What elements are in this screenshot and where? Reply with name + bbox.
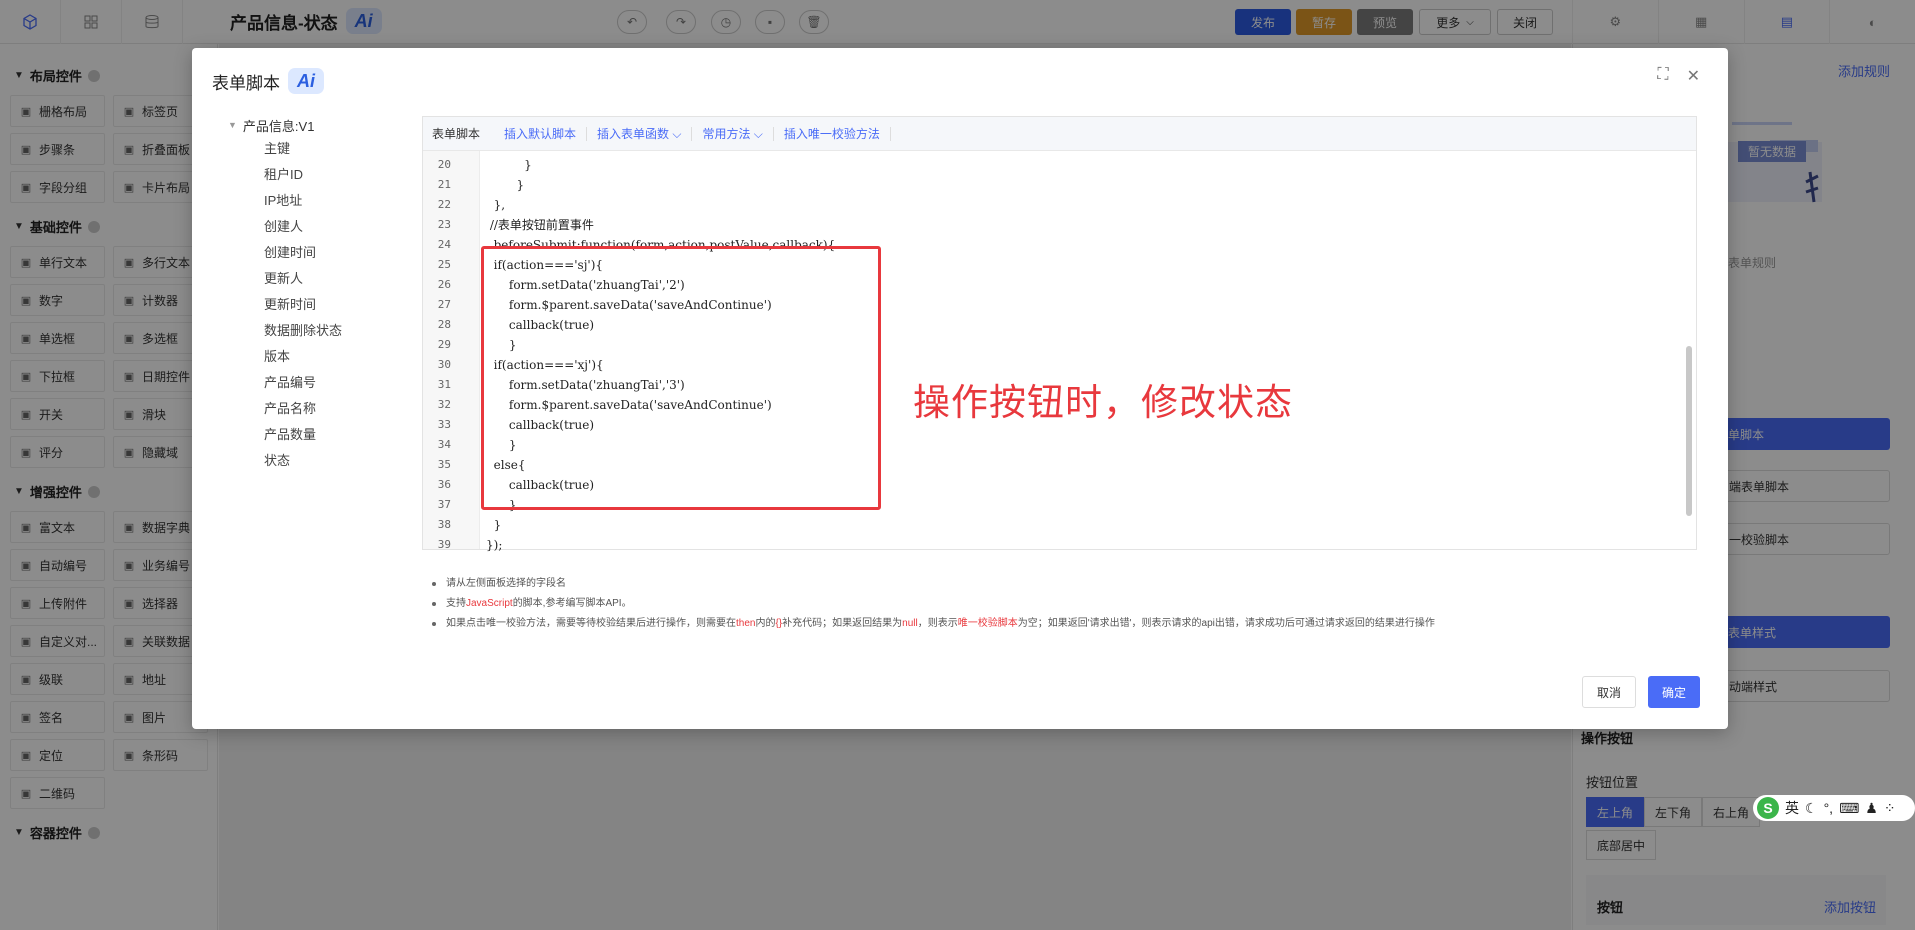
apps-icon[interactable]: ⁘: [1884, 800, 1896, 817]
code-line[interactable]: },: [486, 195, 505, 215]
line-number: 37: [437, 498, 451, 511]
tree-root-label: 产品信息:V1: [242, 118, 315, 134]
line-number: 27: [437, 298, 451, 311]
script-notes: 请从左侧面板选择的字段名 支持 JavaScript 的脚本,参考编写脚本API。 …: [432, 574, 1435, 634]
common-methods[interactable]: 常用方法 ⌵: [692, 126, 774, 141]
line-number: 35: [437, 458, 451, 471]
note-2: 支持 JavaScript 的脚本,参考编写脚本API。: [432, 594, 1435, 614]
line-gutter: 20 21 22 23 24 25 26 27 28 29 30 31 32 33 34 35 36 37 38 39: [423, 151, 480, 551]
code-line[interactable]: });: [486, 535, 502, 555]
note-3d: {}: [775, 618, 783, 629]
line-number: 31: [437, 378, 451, 391]
insert-default-script[interactable]: 插入默认脚本: [494, 126, 588, 141]
note-3f: null: [902, 618, 918, 629]
tree-field-item[interactable]: 产品数量: [228, 422, 388, 448]
close-icon[interactable]: ✕: [1687, 66, 1700, 86]
tree-field-item[interactable]: 更新时间: [228, 292, 388, 318]
tree-field-item[interactable]: IP地址: [228, 188, 388, 214]
tree-field-item[interactable]: 版本: [228, 344, 388, 370]
tree-field-item[interactable]: 创建人: [228, 214, 388, 240]
dialog-title: 表单脚本 Ai: [212, 68, 324, 94]
code-line[interactable]: }: [486, 175, 525, 195]
keyboard-icon[interactable]: ⌨: [1839, 800, 1859, 817]
dialog-title-text: 表单脚本: [212, 73, 280, 93]
punctuation-icon[interactable]: °,: [1824, 800, 1834, 816]
code-line[interactable]: //表单按钮前置事件: [486, 215, 594, 235]
dialog-footer: 取消 确定: [1581, 676, 1700, 708]
tree-field-item[interactable]: 主键: [228, 136, 388, 162]
moon-icon[interactable]: ☾: [1805, 800, 1818, 817]
line-number: 22: [437, 198, 451, 211]
line-number: 39: [437, 538, 451, 551]
code-line[interactable]: }: [486, 515, 502, 535]
insert-form-function[interactable]: 插入表单函数 ⌵: [587, 126, 693, 141]
line-number: 34: [437, 438, 451, 451]
note-1-text: 请从左侧面板选择的字段名: [446, 578, 566, 589]
tree-root[interactable]: ▼ 产品信息:V1: [228, 114, 388, 136]
line-number: 24: [437, 238, 451, 251]
tree-field-item[interactable]: 产品名称: [228, 396, 388, 422]
field-tree: ▼ 产品信息:V1 主键 租户ID IP地址 创建人 创建时间 更新人 更新时间 数据删除状态…: [228, 114, 388, 474]
confirm-button[interactable]: 确定: [1647, 676, 1700, 708]
tree-field-item[interactable]: 数据删除状态: [228, 318, 388, 344]
line-number: 30: [437, 358, 451, 371]
editor-scrollbar[interactable]: [1686, 151, 1694, 549]
line-number: 25: [437, 258, 451, 271]
note-3a: 如果点击唯一校验方法，需要等待校验结果后进行操作，则需要在: [446, 618, 736, 629]
line-number: 36: [437, 478, 451, 491]
note-3h: 唯一校验脚本: [957, 618, 1018, 629]
line-number: 21: [437, 178, 451, 191]
tree-field-item[interactable]: 租户ID: [228, 162, 388, 188]
line-number: 20: [437, 158, 451, 171]
line-number: 28: [437, 318, 451, 331]
dialog-ai-badge[interactable]: Ai: [288, 68, 324, 94]
sogou-logo-icon[interactable]: S: [1757, 797, 1779, 819]
highlight-box: [481, 246, 881, 510]
ime-toolbar: S 英 ☾ °, ⌨ ♟ ⁘: [1753, 795, 1915, 821]
editor-toolbar-label: 表单脚本: [432, 127, 481, 141]
note-2-js: JavaScript: [466, 598, 513, 609]
note-3: 如果点击唯一校验方法，需要等待校验结果后进行操作，则需要在 then 内的{} 补充代…: [432, 614, 1435, 634]
note-3e: 补充代码；如果返回结果为: [782, 618, 903, 629]
line-number: 23: [437, 218, 451, 231]
note-2a: 支持: [446, 598, 466, 609]
scrollbar-thumb[interactable]: [1686, 346, 1692, 516]
line-number: 32: [437, 398, 451, 411]
note-1: 请从左侧面板选择的字段名: [432, 574, 1435, 594]
line-number: 29: [437, 338, 451, 351]
insert-unique-check[interactable]: 插入唯一校验方法: [774, 126, 891, 141]
dialog-controls: ⛶ ✕: [1657, 66, 1700, 86]
editor-toolbar: 表单脚本 插入默认脚本 插入表单函数 ⌵ 常用方法 ⌵ 插入唯一校验方法: [423, 117, 1696, 151]
user-icon[interactable]: ♟: [1865, 800, 1878, 817]
line-number: 38: [437, 518, 451, 531]
note-3g: ，则表示: [917, 618, 958, 629]
note-3c: 内的: [755, 618, 776, 629]
line-number: 33: [437, 418, 451, 431]
caret-down-icon: ▼: [228, 120, 237, 130]
tree-field-item[interactable]: 产品编号: [228, 370, 388, 396]
cancel-button[interactable]: 取消: [1581, 676, 1636, 708]
tree-items: 主键 租户ID IP地址 创建人 创建时间 更新人 更新时间 数据删除状态 版本 产品编号 产品名称…: [228, 136, 388, 474]
note-2c: 的脚本,参考编写脚本API。: [512, 598, 632, 609]
tree-field-item[interactable]: 状态: [228, 448, 388, 474]
ime-language[interactable]: 英: [1785, 798, 1799, 818]
note-3b: then: [736, 618, 756, 629]
app-root: 产品信息-状态 Ai ↶ ↷ ◷ ▪ 🗑 发布 暂存 预览 更多 ⌵ 关闭 ⚙ ▦…: [0, 0, 1915, 930]
note-3i: 为空；如果返回'请求出错'，则表示请求的api出错，请求成功后可通过请求返回的结…: [1017, 618, 1435, 629]
fullscreen-icon[interactable]: ⛶: [1657, 66, 1668, 86]
tree-field-item[interactable]: 创建时间: [228, 240, 388, 266]
line-number: 26: [437, 278, 451, 291]
annotation-text: 操作按钮时，修改状态: [913, 382, 1293, 423]
code-line[interactable]: }: [486, 155, 532, 175]
tree-field-item[interactable]: 更新人: [228, 266, 388, 292]
